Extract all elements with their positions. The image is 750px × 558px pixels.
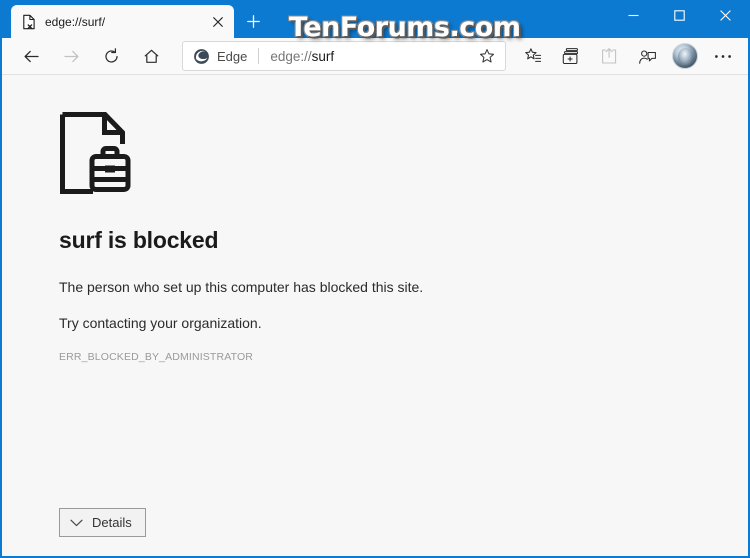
title-bar: edge://surf/ TenForums.com xyxy=(2,0,748,43)
forward-button xyxy=(54,41,88,71)
close-window-button[interactable] xyxy=(702,0,748,31)
edge-badge-label: Edge xyxy=(217,48,248,64)
details-button[interactable]: Details xyxy=(59,508,146,537)
refresh-button[interactable] xyxy=(94,41,128,71)
back-button[interactable] xyxy=(14,41,48,71)
home-button[interactable] xyxy=(134,41,168,71)
browser-window: edge://surf/ TenForums.com Edge edge://s… xyxy=(0,0,750,558)
address-divider xyxy=(258,48,260,64)
blocked-document-briefcase-icon xyxy=(59,111,748,195)
error-code: ERR_BLOCKED_BY_ADMINISTRATOR xyxy=(59,351,254,363)
share-icon xyxy=(592,41,626,71)
tab-title: edge://surf/ xyxy=(45,14,106,29)
favorite-star-icon[interactable] xyxy=(473,43,501,69)
page-title: surf is blocked xyxy=(59,227,219,253)
toolbar-right-actions xyxy=(516,41,740,71)
maximize-button[interactable] xyxy=(656,0,702,31)
address-url-text[interactable]: edge://surf xyxy=(270,49,473,64)
favorites-icon[interactable] xyxy=(516,41,550,71)
settings-more-icon[interactable] xyxy=(706,41,740,71)
navigation-buttons xyxy=(14,41,168,71)
close-tab-icon[interactable] xyxy=(208,12,228,32)
browser-tab[interactable]: edge://surf/ xyxy=(11,5,234,38)
broken-page-icon xyxy=(21,14,37,30)
blocked-message-line-1: The person who set up this computer has … xyxy=(59,279,424,295)
minimize-button[interactable] xyxy=(610,0,656,31)
blocked-message-line-2: Try contacting your organization. xyxy=(59,315,262,331)
url-scheme: edge:// xyxy=(270,48,312,64)
browser-toolbar: Edge edge://surf xyxy=(2,38,748,75)
details-button-label: Details xyxy=(92,515,132,530)
page-content: surf is blocked The person who set up th… xyxy=(2,75,748,556)
tab-strip: edge://surf/ xyxy=(2,0,270,38)
profile-icon[interactable] xyxy=(630,41,664,71)
new-tab-button[interactable] xyxy=(236,5,270,37)
collections-icon[interactable] xyxy=(554,41,588,71)
window-controls xyxy=(610,0,748,31)
chevron-down-icon xyxy=(70,519,83,527)
url-path: surf xyxy=(311,48,335,64)
edge-logo-icon xyxy=(193,48,210,65)
address-bar[interactable]: Edge edge://surf xyxy=(182,41,506,71)
edge-site-badge: Edge xyxy=(193,48,247,65)
avatar[interactable] xyxy=(672,43,698,69)
